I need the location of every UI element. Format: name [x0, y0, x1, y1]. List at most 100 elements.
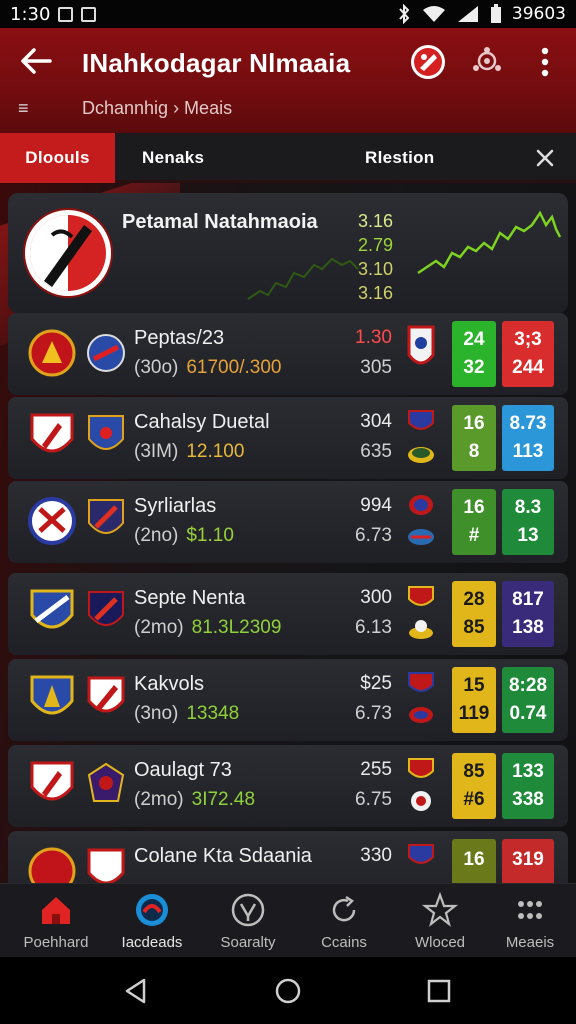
- match-meta: (30o) 61700/.300: [134, 357, 281, 379]
- match-name: Syrliarlas: [134, 495, 217, 517]
- network-icon[interactable]: [470, 44, 504, 78]
- odds-box-home[interactable]: 85 #6: [452, 753, 496, 819]
- menu-icon[interactable]: ≡: [18, 98, 29, 119]
- match-value-1: 255: [360, 759, 392, 780]
- odds-box-home[interactable]: 16: [452, 839, 496, 883]
- team-badge-icon: [23, 208, 113, 298]
- team-crest-icon: [87, 334, 125, 372]
- match-period: (2no): [134, 525, 179, 546]
- odds-value: 85: [463, 761, 485, 782]
- odds-value: 244: [512, 357, 544, 378]
- team-crest-icon: [30, 761, 74, 801]
- flag-icon: [408, 529, 434, 545]
- odds-box-home[interactable]: 15 119: [452, 667, 496, 733]
- match-period: (2mo): [134, 789, 184, 810]
- nav-item-trophy[interactable]: Soaralty: [200, 892, 296, 954]
- odds-box-home[interactable]: 16 8: [452, 405, 496, 471]
- home-icon: [42, 897, 70, 924]
- back-arrow-icon[interactable]: [18, 46, 54, 76]
- nav-item-live[interactable]: Iacdeads: [104, 892, 200, 954]
- odds-box-away[interactable]: 8.3 13: [502, 489, 554, 555]
- odds-value: 8.73: [509, 413, 547, 434]
- flag-icon: [408, 844, 434, 864]
- odds-box-away[interactable]: 8:28 0.74: [502, 667, 554, 733]
- nav-label: Ccains: [321, 934, 367, 951]
- odds-box-home[interactable]: 24 32: [452, 321, 496, 387]
- odds-value: 32: [463, 357, 485, 378]
- match-row[interactable]: Septe Nenta (2mo) 81.3L2309 300 6.13 28 85…: [8, 573, 568, 655]
- tab-rlestion[interactable]: Rlestion: [365, 133, 434, 183]
- match-period: (2mo): [134, 617, 184, 638]
- odds-box-away[interactable]: 319: [502, 839, 554, 883]
- tab-nenaks[interactable]: Nenaks: [142, 133, 204, 183]
- odds-value: 16: [463, 849, 485, 870]
- match-value-1: 994: [360, 495, 392, 516]
- odds-value: 113: [512, 441, 544, 462]
- bluetooth-icon: [399, 4, 410, 24]
- team-crest-icon: [30, 413, 74, 453]
- odds-value: #6: [463, 789, 485, 810]
- match-value-2: 305: [360, 357, 392, 378]
- flag-icon: [407, 325, 435, 365]
- bottom-nav: Poehhard Iacdeads Soaralty Ccains Wloced…: [0, 883, 576, 957]
- match-row[interactable]: Peptas/23 (30o) 61700/.300 1.30 305 24 32 …: [8, 313, 568, 395]
- odds-value: 13: [517, 525, 539, 546]
- odds-box-away[interactable]: 133 338: [502, 753, 554, 819]
- team-logo-icon[interactable]: [410, 44, 446, 80]
- system-home-icon[interactable]: [274, 977, 302, 1005]
- nav-label: Soaralty: [220, 934, 276, 951]
- nav-item-favorites[interactable]: Wloced: [392, 892, 488, 954]
- team-crest-icon: [88, 499, 124, 534]
- match-row[interactable]: Kakvols (3no) 13348 $25 6.73 15 119 8:28 0.…: [8, 659, 568, 741]
- match-name: Colane Kta Sdaania: [134, 845, 312, 867]
- match-amount: 81.3L2309: [191, 617, 282, 638]
- match-row[interactable]: Cahalsy Duetal (3IM) 12.100 304 635 16 8 8…: [8, 397, 568, 479]
- match-amount: 12.100: [186, 441, 245, 462]
- odds-box-away[interactable]: 3;3 244: [502, 321, 554, 387]
- match-row[interactable]: Syrliarlas (2no) $1.10 994 6.73 16 # 8.3 13: [8, 481, 568, 563]
- match-value-2: 635: [360, 441, 392, 462]
- refresh-icon: [332, 895, 356, 922]
- match-value-2: 6.73: [355, 525, 392, 546]
- match-meta: (2mo) 81.3L2309: [134, 617, 281, 639]
- match-amount: 13348: [186, 703, 240, 724]
- tab-dloouls[interactable]: Dloouls: [0, 133, 115, 183]
- match-value-1: 304: [360, 411, 392, 432]
- breadcrumb[interactable]: Dchannhig › Meais: [82, 98, 232, 119]
- status-bar: 1:30 39603: [0, 0, 576, 28]
- odds-box-away[interactable]: 8.73 113: [502, 405, 554, 471]
- odds-value: 28: [463, 589, 485, 610]
- nav-item-more[interactable]: Meaeis: [482, 892, 576, 954]
- match-period: (3no): [134, 703, 179, 724]
- nav-item-home[interactable]: Poehhard: [8, 892, 104, 954]
- match-row[interactable]: Colane Kta Sdaania 330 16 319: [8, 831, 568, 883]
- close-icon[interactable]: [534, 147, 556, 169]
- featured-card[interactable]: Petamal Natahmaoia 3.16 2.79 3.10 3.16: [8, 193, 568, 313]
- match-value-1: 300: [360, 587, 392, 608]
- odds-box-home[interactable]: 28 85: [452, 581, 496, 647]
- system-back-icon[interactable]: [122, 977, 150, 1005]
- odds-value: 319: [512, 849, 544, 870]
- odds-value: 338: [512, 789, 544, 810]
- team-crest-icon: [87, 676, 125, 713]
- system-nav-bar: [0, 957, 576, 1024]
- odds-value: 16: [463, 413, 485, 434]
- nav-item-refresh[interactable]: Ccains: [296, 892, 392, 954]
- odds-value: 85: [463, 617, 485, 638]
- odds-box-away[interactable]: 817 138: [502, 581, 554, 647]
- app-header: INahkodagar Nlmaaia ≡ Dchannhig › Meais: [0, 28, 576, 133]
- nav-label: Meaeis: [505, 934, 555, 951]
- match-row[interactable]: Oaulagt 73 (2mo) 3I72.48 255 6.75 85 #6 13…: [8, 745, 568, 827]
- notification-icon: [58, 6, 74, 22]
- nav-label: Poehhard: [23, 934, 89, 951]
- team-crest-icon: [28, 497, 76, 545]
- team-crest-icon: [88, 591, 124, 626]
- match-name: Kakvols: [134, 673, 205, 695]
- more-vert-icon[interactable]: [530, 44, 560, 80]
- team-crest-icon: [87, 848, 125, 883]
- flag-icon: [409, 620, 433, 639]
- odds-value: 3;3: [514, 329, 542, 350]
- system-recents-icon[interactable]: [425, 977, 453, 1005]
- odds-box-home[interactable]: 16 #: [452, 489, 496, 555]
- flag-icon: [411, 791, 431, 811]
